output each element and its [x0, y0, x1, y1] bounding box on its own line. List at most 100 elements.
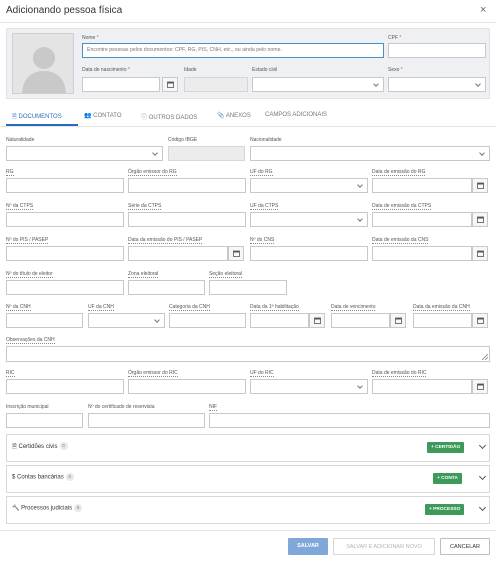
sexo-label: Sexo * [388, 67, 403, 73]
calendar-icon[interactable] [309, 313, 325, 328]
ctps-input[interactable] [6, 212, 124, 227]
chevron-down-icon[interactable] [478, 441, 487, 450]
pis-input[interactable] [6, 246, 124, 261]
inscricao-municipal-label: Inscrição municipal [6, 404, 49, 410]
calendar-icon[interactable] [472, 178, 488, 193]
processos-title: 🔨 Processos judiciais 0 [12, 504, 83, 512]
data-rg-input[interactable] [372, 178, 472, 193]
chevron-down-icon[interactable] [478, 472, 487, 481]
user-silhouette-icon [22, 47, 66, 93]
count-badge: 0 [65, 473, 74, 481]
tab-documentos[interactable]: 🗎 DOCUMENTOS [12, 112, 62, 122]
calendar-icon[interactable] [472, 379, 488, 394]
orgao-ric-input[interactable] [128, 379, 246, 394]
calendar-icon[interactable] [472, 246, 488, 261]
uf-cnh-select[interactable] [88, 313, 165, 328]
nacionalidade-select[interactable] [250, 146, 490, 161]
calendar-icon[interactable] [472, 313, 488, 328]
primeira-habilitacao-label: Data da 1ª habilitação [250, 304, 299, 311]
paperclip-icon: 📎 [217, 113, 225, 119]
orgao-rg-input[interactable] [128, 178, 246, 193]
dollar-icon: $ [12, 474, 16, 481]
idade-input [184, 77, 248, 92]
cnh-input[interactable] [6, 313, 83, 328]
obs-cnh-textarea[interactable] [6, 346, 490, 362]
add-conta-button[interactable]: + CONTA [433, 473, 462, 484]
cpf-input[interactable] [388, 43, 486, 58]
inscricao-municipal-input[interactable] [6, 413, 83, 428]
reservista-input[interactable] [88, 413, 205, 428]
close-icon[interactable]: × [480, 4, 486, 16]
cns-input[interactable] [250, 246, 368, 261]
vencimento-label: Data de vencimento [331, 304, 376, 311]
secao-eleitoral-input[interactable] [209, 280, 287, 295]
nacionalidade-label: Nacionalidade [250, 137, 282, 143]
orgao-ric-label: Órgão emissor do RIC [128, 370, 178, 377]
estado-civil-select[interactable] [252, 77, 384, 92]
nome-label: Nome * [82, 35, 99, 41]
calendar-icon[interactable] [228, 246, 244, 261]
save-and-new-button[interactable]: SALVAR E ADICIONAR NOVO [333, 538, 435, 555]
nif-input[interactable] [209, 413, 490, 428]
contact-icon: 👥 [84, 113, 92, 119]
nif-label: NIF [209, 404, 218, 411]
ric-input[interactable] [6, 379, 124, 394]
calendar-icon[interactable] [390, 313, 406, 328]
serie-ctps-label: Série da CTPS [128, 203, 162, 210]
processos-judiciais-section[interactable]: 🔨 Processos judiciais 0 + PROCESSO [6, 496, 490, 524]
data-ctps-label: Data de emissão da CTPS [372, 203, 432, 210]
nome-search-input[interactable]: Encontre pessoas pelos documentos: CPF, … [82, 43, 384, 58]
save-button[interactable]: SALVAR [288, 538, 328, 555]
emissao-cnh-label: Data da emissão da CNH [413, 304, 470, 311]
categoria-cnh-input[interactable] [169, 313, 246, 328]
uf-rg-select[interactable] [250, 178, 368, 193]
chevron-down-icon[interactable] [478, 503, 487, 512]
nascimento-input[interactable] [82, 77, 160, 92]
rg-input[interactable] [6, 178, 124, 193]
add-certidao-button[interactable]: + CERTIDÃO [427, 442, 465, 453]
gavel-icon: 🔨 [12, 505, 20, 512]
dialog-title: Adicionando pessoa física [6, 5, 123, 16]
primeira-habilitacao-input[interactable] [250, 313, 309, 328]
titulo-eleitor-label: Nº do título de eleitor [6, 271, 53, 278]
data-pis-input[interactable] [128, 246, 228, 261]
uf-ric-select[interactable] [250, 379, 368, 394]
reservista-label: Nº do certificado de reservista [88, 404, 155, 410]
certidoes-title: 🗎 Certidões civis 0 [12, 442, 68, 452]
zona-eleitoral-input[interactable] [128, 280, 205, 295]
tab-contato[interactable]: 👥 CONTATO [84, 112, 122, 119]
tab-anexos[interactable]: 📎 ANEXOS [217, 112, 251, 119]
vencimento-input[interactable] [331, 313, 390, 328]
cpf-label: CPF * [388, 35, 402, 41]
contas-bancarias-section[interactable]: $ Contas bancárias 0 + CONTA [6, 465, 490, 493]
tab-outros-dados[interactable]: ⓘ OUTROS DADOS [141, 112, 197, 121]
document-icon: 🗎 [12, 444, 17, 450]
add-processo-button[interactable]: + PROCESSO [425, 504, 465, 515]
certidoes-section[interactable]: 🗎 Certidões civis 0 + CERTIDÃO [6, 434, 490, 462]
emissao-cnh-input[interactable] [413, 313, 472, 328]
orgao-rg-label: Órgão emissor do RG [128, 169, 177, 176]
resize-handle-icon[interactable] [482, 354, 488, 360]
header-divider [0, 22, 496, 23]
pis-label: Nº do PIS / PASEP [6, 237, 49, 244]
uf-ctps-label: UF da CTPS [250, 203, 279, 210]
data-cns-input[interactable] [372, 246, 472, 261]
rg-label: RG [6, 169, 14, 176]
titulo-eleitor-input[interactable] [6, 280, 124, 295]
calendar-icon[interactable] [162, 77, 178, 92]
contas-title: $ Contas bancárias 0 [12, 473, 74, 481]
cancel-button[interactable]: CANCELAR [440, 538, 490, 555]
photo-placeholder[interactable] [12, 33, 74, 94]
data-ric-input[interactable] [372, 379, 472, 394]
serie-ctps-input[interactable] [128, 212, 246, 227]
sexo-select[interactable] [388, 77, 486, 92]
naturalidade-select[interactable] [6, 146, 163, 161]
calendar-icon[interactable] [472, 212, 488, 227]
data-rg-label: Data de emissão do RG [372, 169, 426, 176]
uf-ctps-select[interactable] [250, 212, 368, 227]
data-ctps-input[interactable] [372, 212, 472, 227]
tab-campos-adicionais[interactable]: CAMPOS ADICIONAIS [265, 112, 327, 118]
data-pis-label: Data da emissão do PIS / PASEP [128, 237, 203, 244]
estado-civil-label: Estado civil [252, 67, 278, 73]
info-icon: ⓘ [141, 115, 148, 121]
